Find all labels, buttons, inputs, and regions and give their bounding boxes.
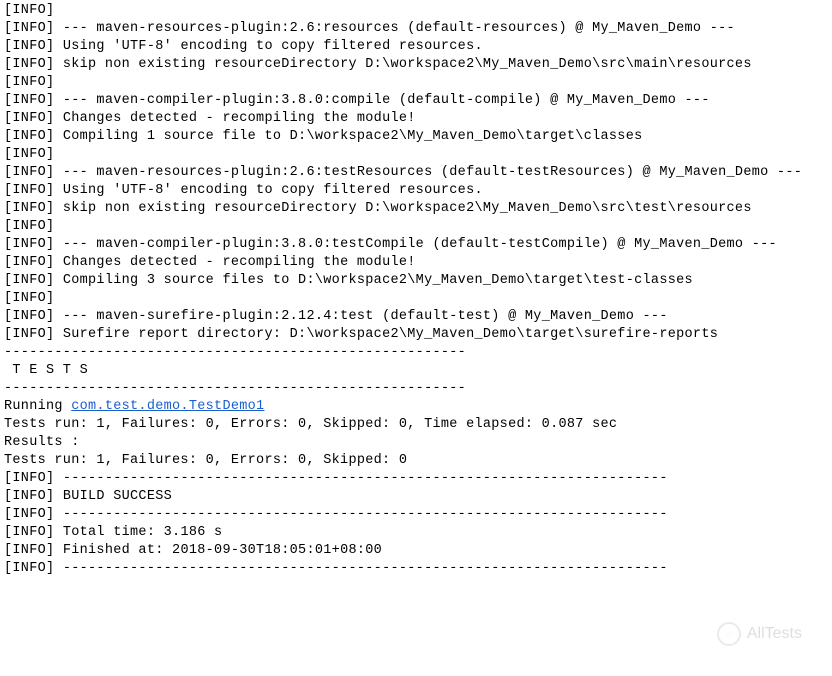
console-line: [INFO] Changes detected - recompiling th… <box>4 110 828 128</box>
console-line: [INFO] Compiling 3 source files to D:\wo… <box>4 272 828 290</box>
log-level-tag: [INFO] <box>4 3 54 18</box>
console-line: [INFO] Compiling 1 source file to D:\wor… <box>4 128 828 146</box>
log-message: ----------------------------------------… <box>4 381 466 396</box>
watermark-icon: ◌ <box>717 622 741 646</box>
log-message: Results : <box>4 435 80 450</box>
log-level-tag: [INFO] <box>4 471 54 486</box>
log-message: --- maven-compiler-plugin:3.8.0:testComp… <box>54 237 777 252</box>
console-line: [INFO] Using 'UTF-8' encoding to copy fi… <box>4 182 828 200</box>
log-level-tag: [INFO] <box>4 507 54 522</box>
console-line: [INFO] <box>4 2 828 20</box>
log-message <box>54 75 62 90</box>
log-message <box>54 291 62 306</box>
log-level-tag: [INFO] <box>4 543 54 558</box>
log-message: skip non existing resourceDirectory D:\w… <box>54 57 751 72</box>
log-level-tag: [INFO] <box>4 327 54 342</box>
log-level-tag: [INFO] <box>4 165 54 180</box>
test-class-link[interactable]: com.test.demo.TestDemo1 <box>71 399 264 414</box>
log-level-tag: [INFO] <box>4 219 54 234</box>
console-line: [INFO] ---------------------------------… <box>4 506 828 524</box>
log-level-tag: [INFO] <box>4 201 54 216</box>
log-level-tag: [INFO] <box>4 93 54 108</box>
log-level-tag: [INFO] <box>4 525 54 540</box>
console-line: [INFO] --- maven-resources-plugin:2.6:re… <box>4 20 828 38</box>
console-line: [INFO] <box>4 146 828 164</box>
console-line: [INFO] <box>4 290 828 308</box>
console-line: [INFO] <box>4 218 828 236</box>
console-line: [INFO] skip non existing resourceDirecto… <box>4 56 828 74</box>
log-level-tag: [INFO] <box>4 57 54 72</box>
log-level-tag: [INFO] <box>4 291 54 306</box>
log-message: Changes detected - recompiling the modul… <box>54 255 415 270</box>
console-line: T E S T S <box>4 362 828 380</box>
log-level-tag: [INFO] <box>4 39 54 54</box>
log-message: T E S T S <box>4 363 88 378</box>
log-message: Surefire report directory: D:\workspace2… <box>54 327 718 342</box>
console-line: ----------------------------------------… <box>4 344 828 362</box>
log-level-tag: [INFO] <box>4 111 54 126</box>
log-message: BUILD SUCCESS <box>54 489 172 504</box>
log-message: --- maven-resources-plugin:2.6:testResou… <box>54 165 802 180</box>
console-line: [INFO] --- maven-compiler-plugin:3.8.0:t… <box>4 236 828 254</box>
log-message: Tests run: 1, Failures: 0, Errors: 0, Sk… <box>4 417 617 432</box>
log-level-tag: [INFO] <box>4 309 54 324</box>
console-line: [INFO] BUILD SUCCESS <box>4 488 828 506</box>
console-line: [INFO] ---------------------------------… <box>4 560 828 578</box>
log-message: skip non existing resourceDirectory D:\w… <box>54 201 751 216</box>
log-level-tag: [INFO] <box>4 21 54 36</box>
maven-console-output: [INFO] [INFO] --- maven-resources-plugin… <box>0 0 832 580</box>
console-line: [INFO] ---------------------------------… <box>4 470 828 488</box>
console-line: ----------------------------------------… <box>4 380 828 398</box>
log-message: ----------------------------------------… <box>54 507 667 522</box>
console-line: Results : <box>4 434 828 452</box>
log-message: Tests run: 1, Failures: 0, Errors: 0, Sk… <box>4 453 407 468</box>
log-message: Finished at: 2018-09-30T18:05:01+08:00 <box>54 543 382 558</box>
log-level-tag: [INFO] <box>4 561 54 576</box>
log-message <box>54 3 62 18</box>
console-line: [INFO] Using 'UTF-8' encoding to copy fi… <box>4 38 828 56</box>
log-level-tag: [INFO] <box>4 147 54 162</box>
log-level-tag: [INFO] <box>4 75 54 90</box>
log-message: ----------------------------------------… <box>54 561 667 576</box>
log-message: Using 'UTF-8' encoding to copy filtered … <box>54 39 482 54</box>
log-message: --- maven-compiler-plugin:3.8.0:compile … <box>54 93 709 108</box>
console-line: Tests run: 1, Failures: 0, Errors: 0, Sk… <box>4 452 828 470</box>
console-line: [INFO] Changes detected - recompiling th… <box>4 254 828 272</box>
watermark: ◌ AllTests <box>717 622 802 646</box>
console-line: [INFO] --- maven-compiler-plugin:3.8.0:c… <box>4 92 828 110</box>
log-message: ----------------------------------------… <box>4 345 466 360</box>
console-line: [INFO] Surefire report directory: D:\wor… <box>4 326 828 344</box>
log-message <box>54 219 62 234</box>
console-line: [INFO] skip non existing resourceDirecto… <box>4 200 828 218</box>
log-level-tag: [INFO] <box>4 273 54 288</box>
log-message <box>54 147 62 162</box>
log-message: Compiling 3 source files to D:\workspace… <box>54 273 693 288</box>
watermark-text: AllTests <box>747 625 802 643</box>
console-line: Running com.test.demo.TestDemo1 <box>4 398 828 416</box>
console-line: [INFO] --- maven-resources-plugin:2.6:te… <box>4 164 828 182</box>
log-message: Compiling 1 source file to D:\workspace2… <box>54 129 642 144</box>
log-level-tag: [INFO] <box>4 489 54 504</box>
console-line: [INFO] Total time: 3.186 s <box>4 524 828 542</box>
log-level-tag: [INFO] <box>4 255 54 270</box>
log-level-tag: [INFO] <box>4 129 54 144</box>
log-level-tag: [INFO] <box>4 237 54 252</box>
log-message: Total time: 3.186 s <box>54 525 222 540</box>
log-message: --- maven-surefire-plugin:2.12.4:test (d… <box>54 309 667 324</box>
log-message: --- maven-resources-plugin:2.6:resources… <box>54 21 735 36</box>
log-message: Running <box>4 399 71 414</box>
console-line: Tests run: 1, Failures: 0, Errors: 0, Sk… <box>4 416 828 434</box>
log-message: Using 'UTF-8' encoding to copy filtered … <box>54 183 482 198</box>
log-message: ----------------------------------------… <box>54 471 667 486</box>
log-level-tag: [INFO] <box>4 183 54 198</box>
console-line: [INFO] --- maven-surefire-plugin:2.12.4:… <box>4 308 828 326</box>
console-line: [INFO] Finished at: 2018-09-30T18:05:01+… <box>4 542 828 560</box>
console-line: [INFO] <box>4 74 828 92</box>
log-message: Changes detected - recompiling the modul… <box>54 111 415 126</box>
